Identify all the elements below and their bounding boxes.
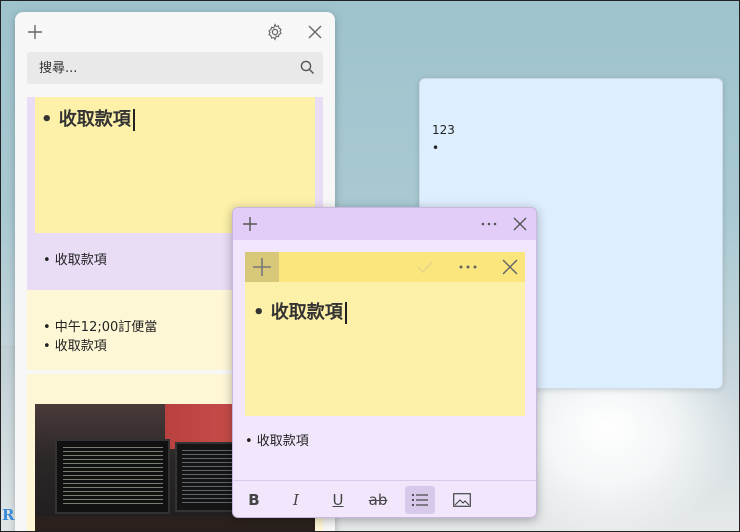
image-icon[interactable]: [447, 486, 477, 514]
note-card-line: • 收取款項: [43, 339, 107, 354]
desktop-light-glow: [520, 380, 740, 532]
embedded-note-text: • 收取款項: [253, 302, 343, 323]
bold-button[interactable]: B: [239, 486, 269, 514]
note-card-text: • 收取款項: [43, 253, 107, 268]
format-toolbar: B I U ab: [233, 480, 536, 517]
gear-icon[interactable]: [265, 22, 285, 42]
embedded-note-screenshot: • 收取款項: [245, 252, 525, 416]
text-caret: [344, 302, 347, 324]
underline-button[interactable]: U: [323, 486, 353, 514]
more-icon: [457, 258, 479, 276]
italic-button[interactable]: I: [281, 486, 311, 514]
close-icon: [500, 257, 520, 277]
search-input[interactable]: [27, 52, 287, 84]
note-body[interactable]: • 收取款項 • 收取款項: [233, 240, 536, 480]
plus-icon[interactable]: [25, 22, 45, 42]
note-text-bullet: •: [432, 141, 440, 155]
watermark-logo: R: [2, 506, 15, 524]
note-preview-big-text: • 收取款項: [41, 109, 131, 130]
search-box: [27, 52, 323, 84]
plus-icon: [245, 252, 279, 282]
note-text-line: 123: [432, 123, 455, 137]
note-card-line: • 中午12;00訂便當: [43, 320, 158, 335]
check-icon: [415, 258, 435, 276]
note-text: • 收取款項: [245, 434, 309, 449]
list-icon[interactable]: [405, 486, 435, 514]
strikethrough-button[interactable]: ab: [363, 486, 393, 514]
close-icon[interactable]: [511, 215, 529, 233]
more-icon[interactable]: [479, 215, 499, 233]
embedded-note-toolbar: [245, 252, 525, 282]
note-titlebar[interactable]: [233, 208, 536, 240]
purple-note-window: • 收取款項 • 收取款項 B I U ab: [232, 207, 537, 518]
close-icon[interactable]: [305, 22, 325, 42]
notes-list-toolbar: [15, 12, 335, 52]
text-caret: [132, 109, 135, 131]
search-icon[interactable]: [300, 60, 315, 79]
plus-icon[interactable]: [241, 215, 259, 233]
